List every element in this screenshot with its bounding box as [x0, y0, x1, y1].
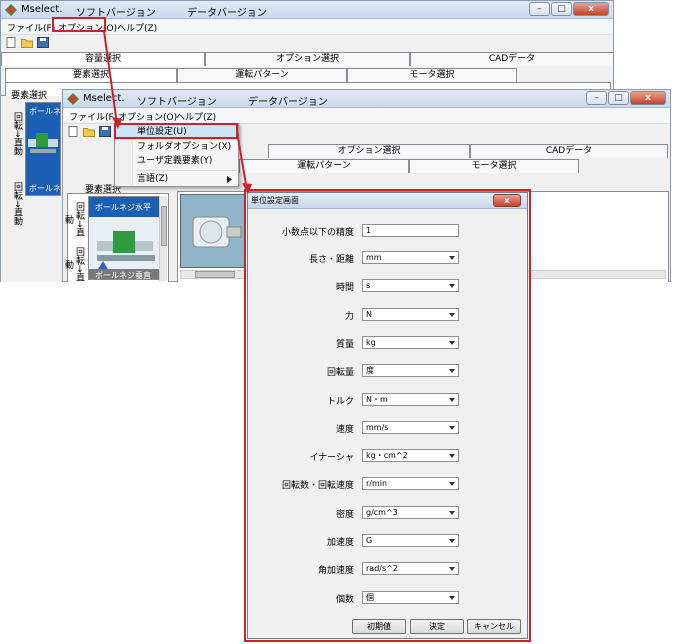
back-element-tile[interactable]: ボールネ ボールネ — [25, 102, 61, 196]
back-tab-motor[interactable]: モータ選択 — [347, 68, 517, 82]
save-icon[interactable] — [37, 37, 49, 48]
back-tab-element[interactable]: 要素選択 — [5, 68, 177, 82]
save-icon[interactable] — [99, 126, 111, 137]
front-tile-label-2: ボールネジ垂直 — [95, 271, 151, 280]
menu-item-folder-options[interactable]: フォルダオプション(X) — [115, 140, 238, 155]
hscroll-thumb[interactable] — [195, 271, 235, 278]
menu-item-language[interactable]: 言語(Z) — [115, 172, 238, 187]
back-tab-pattern[interactable]: 運転パターン — [177, 68, 347, 82]
back-window: Mselect. ソフトバージョン データバージョン – □ x ファイル(F)… — [0, 0, 614, 96]
front-tab-cad[interactable]: CADデータ — [470, 144, 668, 158]
ball-screw-icon — [28, 133, 58, 153]
ball-screw-icon — [89, 217, 163, 271]
front-menu-help[interactable]: ヘルプ(Z) — [176, 110, 216, 123]
back-toolbar — [1, 35, 613, 51]
back-window-lower: 要素選択 回転→直動 回転→直動 ボールネ ボールネ — [0, 91, 62, 282]
open-folder-icon[interactable] — [83, 126, 95, 137]
scroll-thumb[interactable] — [161, 206, 167, 246]
back-tab-cad[interactable]: CADデータ — [410, 52, 614, 66]
back-tab-capacity[interactable]: 容量選択 — [1, 52, 205, 66]
minimize-icon[interactable]: – — [529, 2, 550, 16]
front-menu-options[interactable]: オプション(O) — [118, 110, 177, 123]
front-menu-file[interactable]: ファイル(F) — [69, 110, 117, 123]
highlight-unit-settings-item — [114, 123, 238, 139]
open-folder-icon[interactable] — [21, 37, 33, 48]
front-window-title: Mselect. — [83, 93, 125, 104]
front-window-controls: – □ x — [586, 91, 666, 105]
app-logo-icon — [67, 93, 79, 105]
back-tabrow-1: 容量選択 オプション選択 CADデータ — [1, 52, 614, 66]
front-software-version-label: ソフトバージョン — [137, 97, 217, 108]
back-menu-help[interactable]: ヘルプ(Z) — [117, 21, 157, 34]
front-element-tile-horizontal[interactable]: ボールネジ水平 ボールネジ垂直 — [88, 196, 163, 280]
back-menu-file[interactable]: ファイル(F) — [7, 21, 55, 34]
front-sidebar-vertical-1: 回転→直動 — [63, 201, 84, 237]
maximize-icon[interactable]: □ — [608, 91, 629, 105]
back-tile-label-1: ボールネ — [29, 107, 61, 116]
back-sidebar-vertical-1: 回転→直動 — [12, 112, 22, 156]
menu-item-user-elements[interactable]: ユーザ定義要素(Y) — [115, 154, 238, 169]
back-data-version-label: データバージョン — [187, 8, 267, 19]
back-sidebar-vertical-2: 回転→直動 — [12, 182, 22, 226]
front-tab-motor[interactable]: モータ選択 — [409, 159, 579, 173]
back-tabrow-2: 要素選択 運転パターン モータ選択 — [5, 68, 517, 82]
front-sidebar-vertical-2: 回転→直動 — [63, 246, 84, 282]
front-tab-pattern[interactable]: 運転パターン — [239, 159, 409, 173]
app-logo-icon — [5, 4, 17, 16]
front-tabrow-1: オプション選択 CADデータ — [268, 144, 668, 158]
maximize-icon[interactable]: □ — [551, 2, 572, 16]
motor-image-tile[interactable] — [180, 194, 246, 268]
front-tabrow-2: 運転パターン モータ選択 — [239, 159, 579, 173]
front-tab-options[interactable]: オプション選択 — [268, 144, 470, 158]
new-file-icon[interactable] — [5, 37, 17, 48]
close-icon[interactable]: x — [630, 91, 666, 105]
close-icon[interactable]: x — [573, 2, 609, 16]
front-tile-label-1: ボールネジ水平 — [95, 203, 151, 212]
front-data-version-label: データバージョン — [248, 97, 328, 108]
front-tile-vertical-strip: ボールネジ垂直 — [89, 269, 161, 280]
motor-icon — [192, 216, 242, 248]
front-titlebar: Mselect. ソフトバージョン データバージョン – □ x — [63, 90, 670, 108]
new-file-icon[interactable] — [67, 126, 79, 137]
front-sidebar-panel: 回転→直動 回転→直動 ボールネジ水平 ボールネジ垂直 — [63, 193, 169, 282]
menu-separator — [137, 170, 236, 171]
back-window-title: Mselect. — [21, 4, 63, 15]
minimize-icon[interactable]: – — [586, 91, 607, 105]
highlight-unit-dialog — [244, 189, 531, 642]
sidebar-scrollbar[interactable] — [159, 196, 167, 281]
back-element-select-label: 要素選択 — [11, 91, 48, 101]
back-window-controls: – □ x — [529, 2, 609, 16]
front-menubar: ファイル(F) オプション(O) ヘルプ(Z) — [63, 108, 670, 124]
highlight-back-options-menu — [52, 17, 106, 32]
back-tab-options[interactable]: オプション選択 — [205, 52, 410, 66]
back-tile-label-2: ボールネ — [29, 184, 61, 193]
submenu-arrow-icon — [227, 176, 232, 183]
